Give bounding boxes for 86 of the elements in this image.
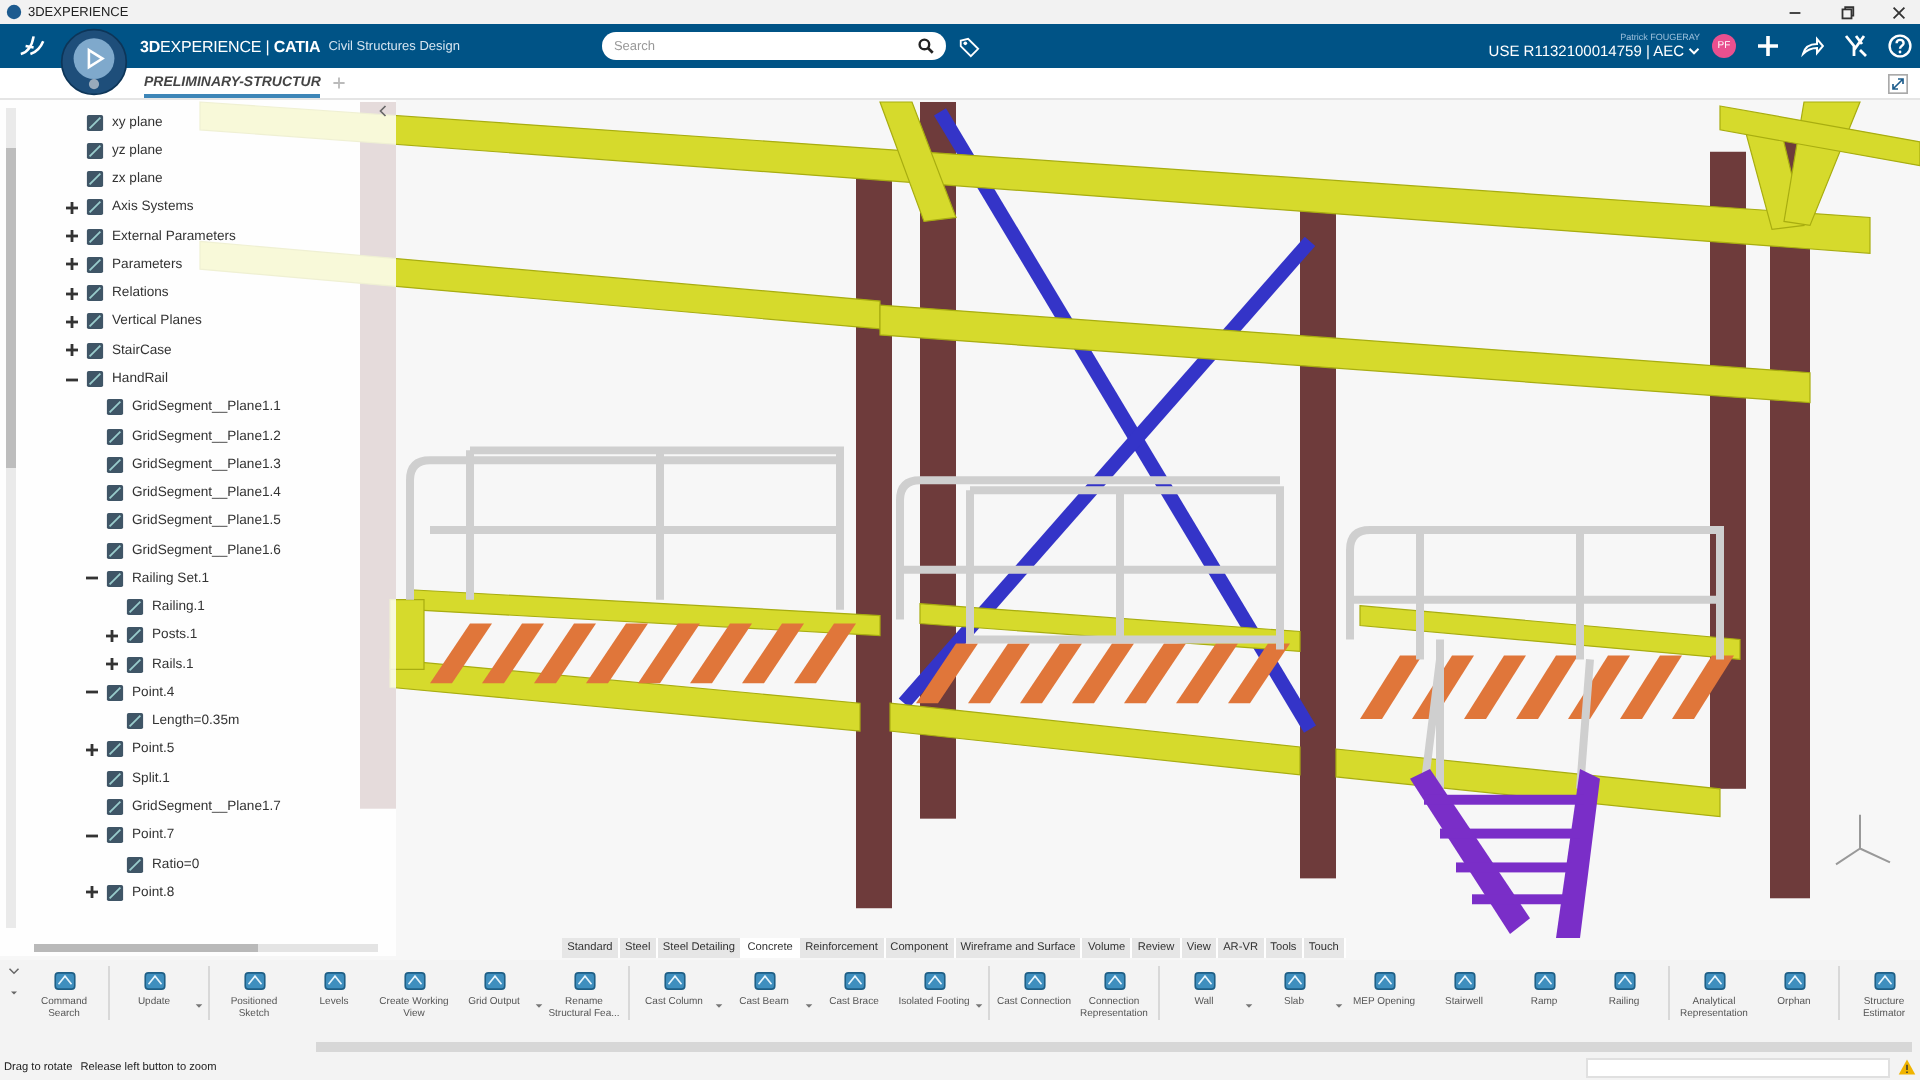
tool-icon xyxy=(571,968,597,994)
node-icon xyxy=(106,683,124,702)
tool-icon xyxy=(1191,968,1217,994)
node-icon xyxy=(106,826,124,845)
share-icon[interactable] xyxy=(1800,34,1824,58)
node-icon xyxy=(86,113,104,132)
dropdown-caret-icon[interactable] xyxy=(1244,1002,1254,1010)
tool-icon xyxy=(1101,968,1127,994)
collapse-ribbon-icon[interactable] xyxy=(8,966,20,976)
caret-icon[interactable] xyxy=(8,988,20,998)
expand-toggle[interactable] xyxy=(64,228,80,245)
command-input-field[interactable] xyxy=(1586,1057,1890,1077)
node-icon xyxy=(106,883,124,902)
tool-icon xyxy=(751,968,777,994)
node-icon xyxy=(106,798,124,816)
node-icon xyxy=(86,141,104,160)
node-icon xyxy=(106,541,124,560)
tool-icon xyxy=(141,968,167,994)
dropdown-caret-icon[interactable] xyxy=(194,1002,204,1010)
node-icon xyxy=(106,427,124,446)
tool-icon xyxy=(1701,968,1727,994)
expand-toggle[interactable] xyxy=(64,285,80,302)
close-icon[interactable] xyxy=(1890,3,1908,21)
tag-icon[interactable] xyxy=(957,35,980,57)
dropdown-caret-icon[interactable] xyxy=(534,1002,544,1010)
app-logo-icon xyxy=(6,4,22,20)
node-icon xyxy=(106,455,124,474)
tool-icon xyxy=(1021,968,1047,994)
node-icon xyxy=(126,598,144,617)
dropdown-caret-icon[interactable] xyxy=(974,1002,984,1010)
dropdown-caret-icon[interactable] xyxy=(1334,1002,1344,1010)
expand-toggle[interactable] xyxy=(64,199,80,216)
caret-icon xyxy=(1688,46,1700,56)
tool-icon xyxy=(1451,968,1477,994)
tool-icon xyxy=(661,968,687,994)
expand-toggle[interactable] xyxy=(64,342,80,359)
tool-icon xyxy=(1871,968,1897,994)
expand-toggle[interactable] xyxy=(64,256,80,273)
tool-icon xyxy=(1531,968,1557,994)
tool-icon xyxy=(1781,968,1807,994)
node-icon xyxy=(86,227,104,246)
axis-triad-icon[interactable] xyxy=(1835,813,1891,866)
app-brand: 3DEXPERIENCE | CATIA xyxy=(140,37,321,55)
node-icon xyxy=(106,569,124,588)
tool-icon xyxy=(401,968,427,994)
search-icon[interactable] xyxy=(917,38,934,54)
node-icon xyxy=(86,284,104,303)
tool-icon xyxy=(241,968,267,994)
expand-toggle[interactable] xyxy=(84,741,100,758)
tool-icon xyxy=(1611,968,1637,994)
node-icon xyxy=(86,198,104,217)
node-icon xyxy=(86,312,104,331)
node-icon xyxy=(86,170,104,189)
expand-toggle[interactable] xyxy=(104,656,120,673)
collapse-panel-icon[interactable] xyxy=(378,104,388,118)
plus-icon[interactable] xyxy=(1756,34,1780,58)
node-icon xyxy=(86,255,104,274)
node-icon xyxy=(86,341,104,360)
dropdown-caret-icon[interactable] xyxy=(714,1002,724,1010)
node-icon xyxy=(106,769,124,788)
tool-icon xyxy=(321,968,347,994)
tool-icon xyxy=(481,968,507,994)
node-icon xyxy=(126,712,144,731)
node-icon xyxy=(106,398,124,417)
node-icon xyxy=(86,370,104,389)
help-icon[interactable] xyxy=(1888,34,1912,58)
restore-icon[interactable] xyxy=(1838,3,1856,21)
tools-icon[interactable] xyxy=(1844,34,1868,58)
node-icon xyxy=(126,855,144,874)
tool-icon xyxy=(1371,968,1397,994)
warning-icon[interactable] xyxy=(1898,1058,1916,1076)
tool-icon xyxy=(921,968,947,994)
expand-toggle[interactable] xyxy=(84,884,100,901)
compass-icon[interactable] xyxy=(60,28,128,96)
node-icon xyxy=(106,512,124,531)
expand-toggle[interactable] xyxy=(104,627,120,644)
node-icon xyxy=(106,740,124,759)
tool-icon xyxy=(1281,968,1307,994)
dropdown-caret-icon[interactable] xyxy=(804,1002,814,1010)
tool-icon xyxy=(841,968,867,994)
expand-toggle[interactable] xyxy=(64,313,80,330)
node-icon xyxy=(126,655,144,674)
node-icon xyxy=(106,484,124,503)
tool-icon xyxy=(51,968,77,994)
fullscreen-icon[interactable] xyxy=(1888,73,1908,93)
node-icon xyxy=(126,626,144,645)
